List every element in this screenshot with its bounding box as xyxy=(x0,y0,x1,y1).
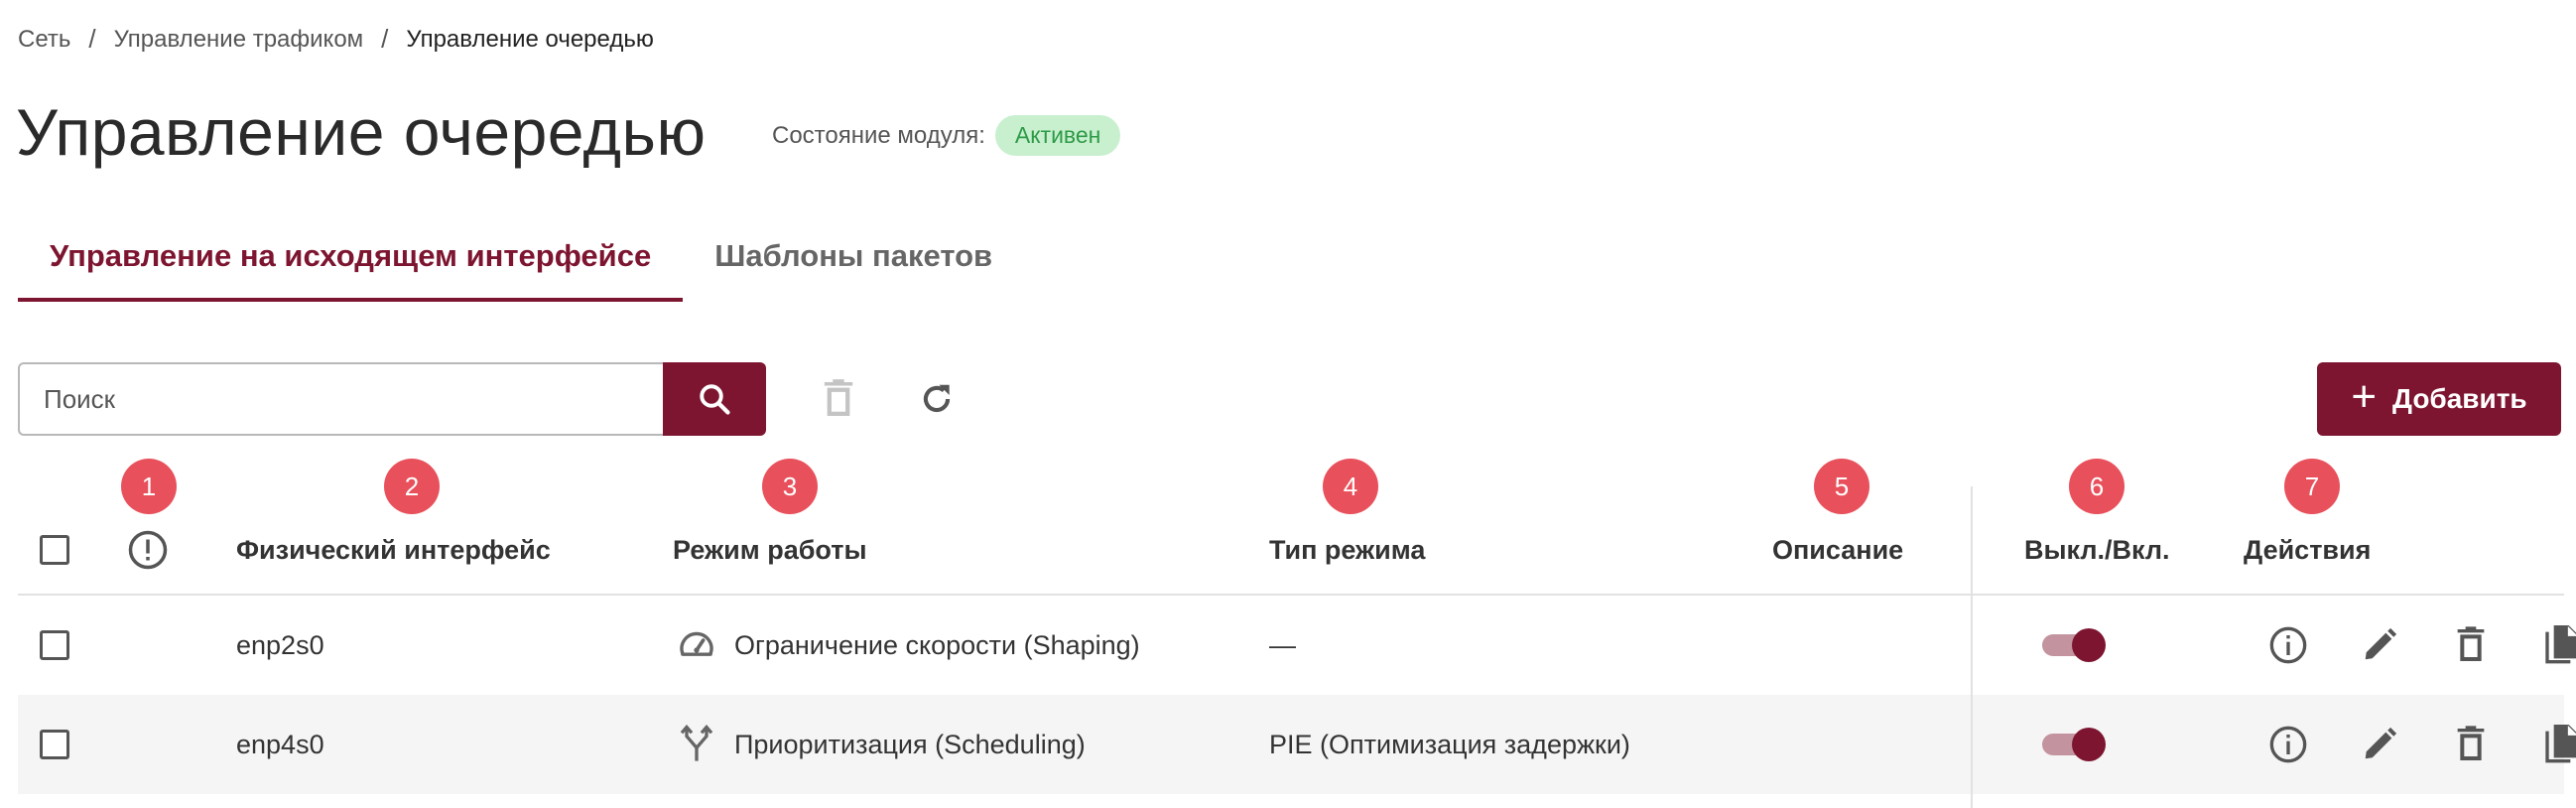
page-title: Управление очередью xyxy=(16,95,707,169)
column-header-toggle: Выкл./Вкл. xyxy=(2024,534,2170,565)
select-all-cell xyxy=(40,486,69,594)
breadcrumb-item-network[interactable]: Сеть xyxy=(18,26,70,54)
search-input[interactable] xyxy=(18,362,663,436)
mode-type-cell: — xyxy=(1269,629,1296,660)
queue-table: Физический интерфейс Режим работы Тип ре… xyxy=(18,486,2576,794)
select-all-checkbox[interactable] xyxy=(40,535,69,565)
module-state-label: Состояние модуля: xyxy=(772,121,985,149)
info-icon xyxy=(2269,726,2307,763)
interface-cell: enp2s0 xyxy=(236,629,324,660)
column-header-description[interactable]: Описание xyxy=(1772,486,1903,594)
delete-selected-button[interactable] xyxy=(817,377,860,421)
plus-icon: + xyxy=(2351,372,2378,421)
alert-circle-icon xyxy=(128,530,168,570)
row-select-cell xyxy=(40,596,69,695)
delete-button[interactable] xyxy=(2447,621,2495,669)
actions-cell xyxy=(2264,695,2576,794)
tabs: Управление на исходящем интерфейсе Шабло… xyxy=(18,238,1024,302)
table-header-row: Физический интерфейс Режим работы Тип ре… xyxy=(18,486,2564,596)
info-button[interactable] xyxy=(2264,721,2312,768)
pencil-icon xyxy=(2365,627,2397,660)
refresh-icon xyxy=(923,384,951,413)
actions-cell xyxy=(2264,596,2576,695)
toggle-knob xyxy=(2072,728,2106,761)
table-row: enp2s0 Ограничение скорости (Shaping) — xyxy=(18,596,2576,695)
trash-icon xyxy=(824,379,853,416)
toggle-cell xyxy=(2042,596,2106,695)
row-select-cell xyxy=(40,695,69,794)
mode-label: Приоритизация (Scheduling) xyxy=(734,729,1086,759)
mode-label: Ограничение скорости (Shaping) xyxy=(734,629,1140,660)
delete-button[interactable] xyxy=(2447,721,2495,768)
mode-cell: Ограничение скорости (Shaping) xyxy=(675,596,1140,695)
mode-type-cell: PIE (Оптимизация задержки) xyxy=(1269,729,1630,759)
copy-button[interactable] xyxy=(2538,721,2576,768)
row-checkbox[interactable] xyxy=(40,630,69,660)
edit-button[interactable] xyxy=(2356,721,2403,768)
module-state: Состояние модуля: Активен xyxy=(772,115,1121,156)
interface-cell: enp4s0 xyxy=(236,729,324,759)
search-button[interactable] xyxy=(663,362,766,436)
copy-icon xyxy=(2545,625,2576,664)
enable-toggle[interactable] xyxy=(2042,628,2106,662)
tab-packet-templates[interactable]: Шаблоны пакетов xyxy=(683,238,1024,302)
column-header-mode[interactable]: Режим работы xyxy=(673,486,867,594)
breadcrumb-separator: / xyxy=(381,24,389,54)
breadcrumb-item-traffic[interactable]: Управление трафиком xyxy=(114,26,364,54)
tab-outgoing-interface[interactable]: Управление на исходящем интерфейсе xyxy=(18,238,684,302)
toggle-cell xyxy=(2042,695,2106,794)
add-button[interactable]: + Добавить xyxy=(2317,362,2561,436)
table-row: enp4s0 Приоритизация (Scheduling) PIE (О… xyxy=(18,695,2576,794)
info-icon xyxy=(2269,626,2307,664)
row-checkbox[interactable] xyxy=(40,730,69,759)
search-icon xyxy=(700,384,730,415)
column-divider xyxy=(1971,486,1973,808)
info-button[interactable] xyxy=(2264,621,2312,669)
column-header-interface[interactable]: Физический интерфейс xyxy=(236,486,551,594)
search-bar xyxy=(18,362,766,436)
enable-toggle[interactable] xyxy=(2042,728,2106,761)
mode-cell: Приоритизация (Scheduling) xyxy=(675,695,1086,794)
gauge-icon xyxy=(675,623,718,667)
status-badge: Активен xyxy=(994,115,1121,156)
column-header-mode-type[interactable]: Тип режима xyxy=(1269,486,1425,594)
copy-icon xyxy=(2545,725,2576,763)
toggle-knob xyxy=(2072,628,2106,662)
pencil-icon xyxy=(2365,727,2397,759)
refresh-button[interactable] xyxy=(915,377,959,421)
merge-arrows-icon xyxy=(675,723,718,766)
breadcrumb: Сеть / Управление трафиком / Управление … xyxy=(18,24,654,55)
breadcrumb-item-current: Управление очередью xyxy=(406,25,654,53)
trash-icon xyxy=(2457,726,2485,760)
add-button-label: Добавить xyxy=(2392,383,2527,414)
edit-button[interactable] xyxy=(2356,621,2403,669)
status-column-header xyxy=(127,486,169,594)
trash-icon xyxy=(2457,626,2485,661)
column-header-actions: Действия xyxy=(2244,534,2372,565)
copy-button[interactable] xyxy=(2538,621,2576,669)
breadcrumb-separator: / xyxy=(88,24,96,54)
